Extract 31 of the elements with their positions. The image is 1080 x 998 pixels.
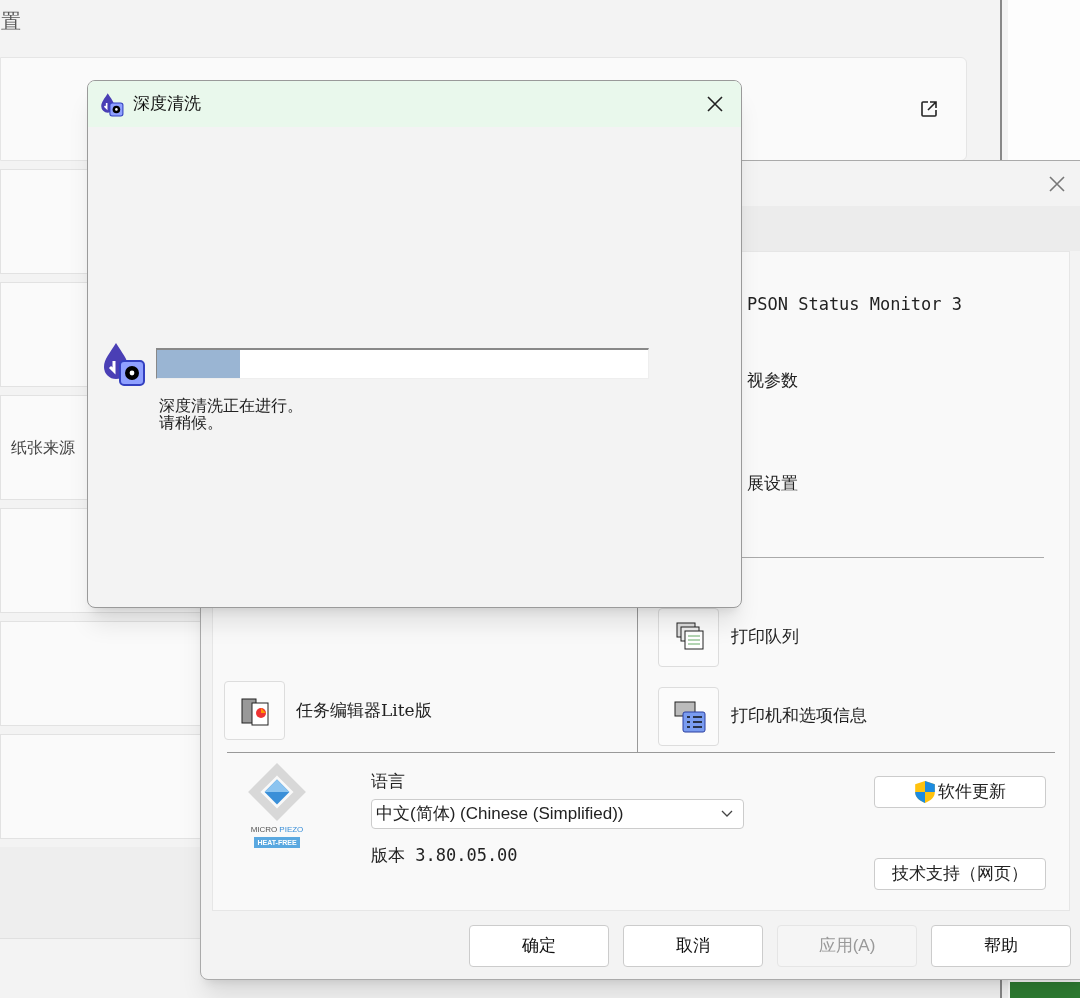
app-panel bbox=[1010, 982, 1080, 998]
tech-support-button[interactable]: 技术支持（网页） bbox=[874, 858, 1046, 890]
version-text: 版本 3.80.05.00 bbox=[371, 843, 519, 867]
utility-label[interactable]: 视参数 bbox=[747, 369, 798, 390]
language-label: 语言 bbox=[371, 770, 406, 793]
chevron-down-icon bbox=[721, 809, 733, 818]
language-select[interactable]: 中文(简体) (Chinese (Simplified)) bbox=[371, 798, 744, 829]
logo-diamond-icon bbox=[246, 761, 308, 823]
utility-label[interactable]: 任务编辑器Lite版 bbox=[296, 697, 432, 724]
logo-text: PIEZO bbox=[279, 825, 304, 835]
status-message: 请稍候。 bbox=[159, 414, 224, 431]
utility-label[interactable]: 展设置 bbox=[747, 473, 798, 493]
utility-label[interactable]: 打印机和选项信息 bbox=[731, 703, 867, 729]
editor-button[interactable] bbox=[224, 681, 285, 740]
utility-label[interactable]: PSON Status Monitor 3 bbox=[747, 294, 962, 314]
utility-label[interactable]: 打印队列 bbox=[731, 624, 799, 650]
software-update-button[interactable]: 软件更新 bbox=[874, 776, 1046, 808]
dialog-title: 深度清洗 bbox=[133, 93, 201, 116]
logo-text: MICRO bbox=[250, 825, 278, 835]
queue-button[interactable] bbox=[658, 607, 719, 667]
dialog-button[interactable]: 取消 bbox=[623, 925, 763, 967]
shield-icon bbox=[914, 780, 936, 804]
external-link-icon[interactable] bbox=[919, 99, 939, 119]
status-message: 深度清洗正在进行。 bbox=[159, 397, 304, 414]
window-title: 置 bbox=[0, 9, 22, 34]
info-button[interactable] bbox=[658, 686, 719, 746]
dialog-button[interactable]: 确定 bbox=[469, 925, 609, 967]
dialog-button[interactable]: 帮助 bbox=[931, 925, 1071, 967]
row-label: 纸张来源 bbox=[11, 437, 75, 458]
cleaning-icon bbox=[98, 91, 124, 117]
close-icon[interactable] bbox=[705, 94, 725, 114]
